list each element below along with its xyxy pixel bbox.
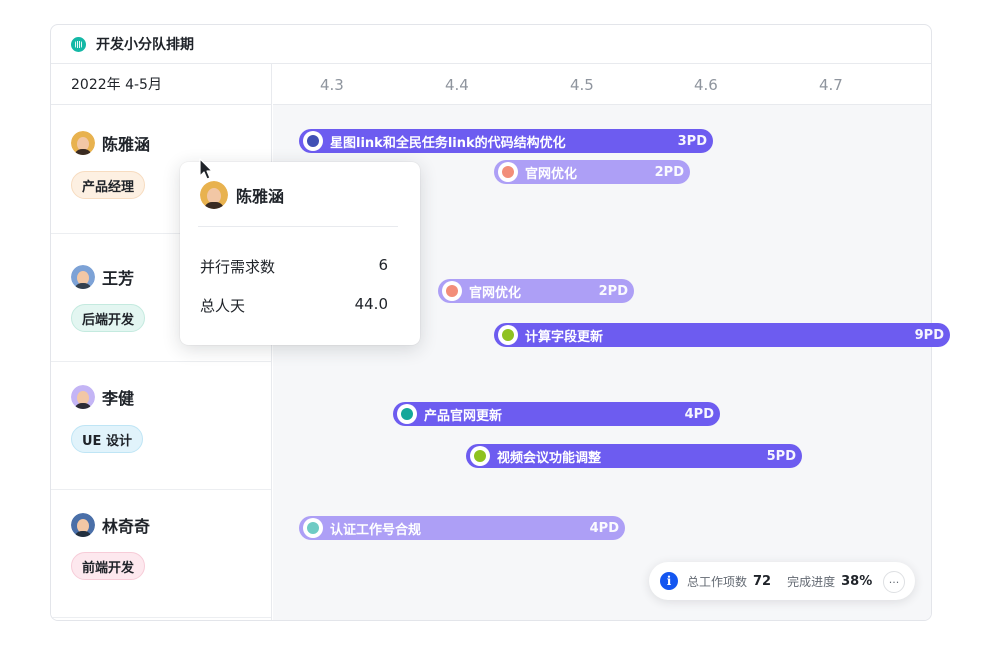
role-tag: 后端开发 (71, 304, 146, 332)
status-dot-icon (442, 281, 462, 301)
task-person-days: 3PD (677, 133, 707, 149)
member-name-row: 李健 (71, 385, 134, 409)
status-dot-icon (397, 404, 417, 424)
date-tick: 4.3 (320, 76, 344, 94)
stat-label: 并行需求数 (200, 258, 276, 276)
task-name: 计算字段更新 (525, 329, 604, 345)
task-bar[interactable]: 计算字段更新 9PD (494, 323, 950, 347)
member-name-row: 林奇奇 (71, 513, 150, 537)
progress-value: 38% (841, 573, 873, 589)
total-items-label: 总工作项数 (687, 574, 748, 589)
card-header: 开发小分队排期 (51, 25, 931, 64)
summary-pill: i 总工作项数 72 完成进度 38% ··· (649, 562, 915, 600)
mouse-pointer-icon (199, 158, 213, 180)
status-dot-icon (470, 446, 490, 466)
progress-label: 完成进度 (787, 574, 836, 589)
task-bar[interactable]: 星图link和全民任务link的代码结构优化 3PD (299, 129, 713, 153)
status-dot-icon (498, 162, 518, 182)
task-name: 认证工作号合规 (330, 522, 422, 538)
member-row[interactable]: 林奇奇 前端开发 (51, 490, 271, 618)
grid-dots-icon (71, 36, 86, 52)
total-items-value: 72 (753, 573, 772, 589)
member-tooltip: 陈雅涵 并行需求数 6 总人天 44.0 (180, 162, 420, 345)
role-tag: UE 设计 (71, 425, 143, 453)
stat-value: 44.0 (354, 295, 388, 313)
avatar (200, 181, 228, 209)
member-row[interactable]: 李健 UE 设计 (51, 362, 271, 490)
member-name-row: 王芳 (71, 265, 134, 289)
task-bar[interactable]: 认证工作号合规 4PD (299, 516, 625, 540)
avatar (71, 385, 95, 409)
tooltip-member-name: 陈雅涵 (236, 187, 285, 206)
member-name: 林奇奇 (102, 517, 151, 536)
avatar (71, 513, 95, 537)
task-name: 产品官网更新 (424, 408, 503, 424)
task-person-days: 9PD (914, 327, 944, 343)
task-name: 官网优化 (525, 166, 578, 182)
tooltip-stat-row: 总人天 44.0 (200, 295, 388, 316)
task-person-days: 4PD (589, 520, 619, 536)
task-bar[interactable]: 视频会议功能调整 5PD (466, 444, 802, 468)
task-person-days: 4PD (684, 406, 714, 422)
role-tag: 前端开发 (71, 552, 146, 580)
stat-label: 总人天 (200, 297, 246, 315)
date-tick: 4.7 (819, 76, 843, 94)
role-tag: 产品经理 (71, 171, 146, 199)
task-person-days: 2PD (654, 164, 684, 180)
more-options-button[interactable]: ··· (883, 571, 905, 593)
avatar (71, 131, 95, 155)
date-tick: 4.5 (570, 76, 594, 94)
tooltip-stat-row: 并行需求数 6 (200, 256, 388, 277)
status-dot-icon (303, 518, 323, 538)
timeline-header: 4.3 4.4 4.5 4.6 4.7 (273, 64, 931, 105)
task-bar[interactable]: 产品官网更新 4PD (393, 402, 720, 426)
task-name: 星图link和全民任务link的代码结构优化 (330, 135, 566, 151)
task-bar[interactable]: 官网优化 2PD (438, 279, 634, 303)
task-name: 视频会议功能调整 (497, 450, 602, 466)
member-name-row: 陈雅涵 (71, 131, 150, 155)
tooltip-header: 陈雅涵 (200, 181, 284, 209)
date-tick: 4.6 (694, 76, 718, 94)
stat-value: 6 (378, 256, 388, 274)
info-icon: i (660, 572, 678, 590)
project-title: 开发小分队排期 (96, 37, 194, 53)
status-dot-icon (303, 131, 323, 151)
divider (198, 226, 398, 227)
date-range-label: 2022年 4-5月 (51, 64, 271, 105)
task-bar[interactable]: 官网优化 2PD (494, 160, 690, 184)
date-tick: 4.4 (445, 76, 469, 94)
member-name: 李健 (102, 389, 135, 408)
task-person-days: 2PD (598, 283, 628, 299)
member-name: 王芳 (102, 269, 135, 288)
avatar (71, 265, 95, 289)
task-name: 官网优化 (469, 285, 522, 301)
task-person-days: 5PD (766, 448, 796, 464)
status-dot-icon (498, 325, 518, 345)
member-name: 陈雅涵 (102, 135, 151, 154)
